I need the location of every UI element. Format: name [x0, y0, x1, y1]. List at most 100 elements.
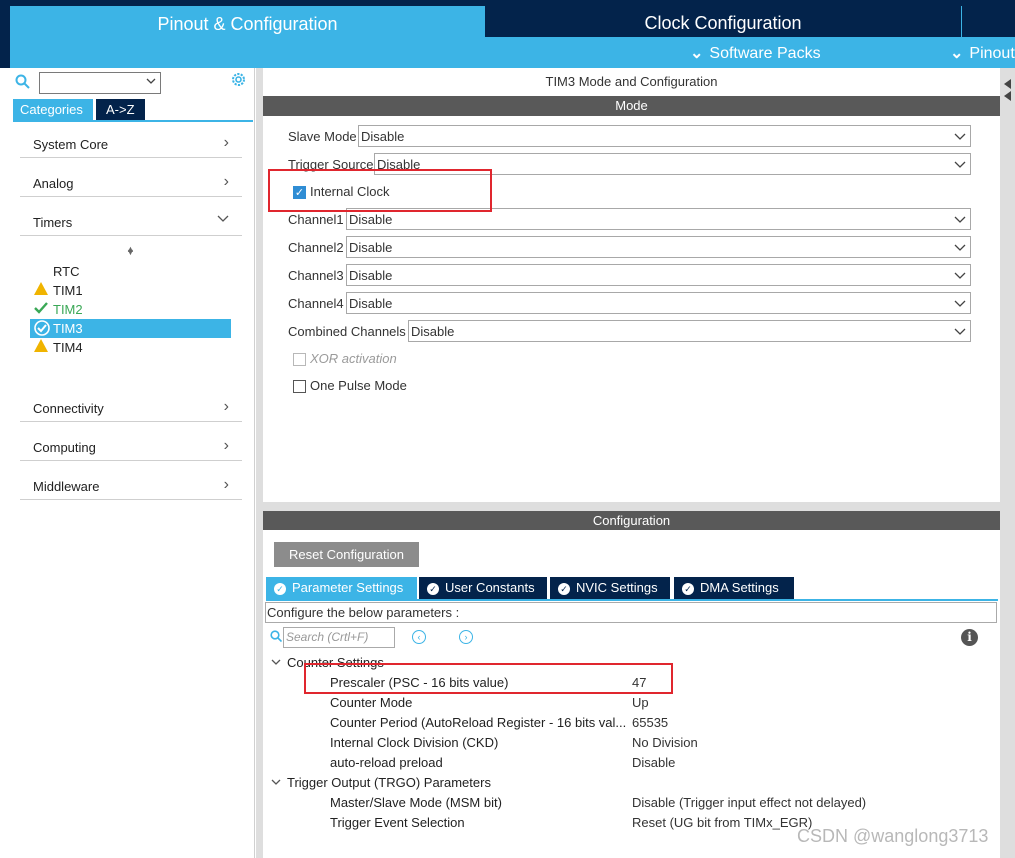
configuration-description: Configure the below parameters :	[265, 602, 997, 623]
chevron-right-icon: ›	[223, 476, 229, 493]
checkmark-icon	[34, 301, 50, 317]
category-timers[interactable]: Timers	[20, 206, 242, 236]
param-value[interactable]: No Division	[632, 735, 698, 750]
search-icon[interactable]	[15, 74, 33, 92]
xor-activation-checkbox[interactable]	[293, 353, 306, 366]
tab-categories[interactable]: Categories	[13, 99, 93, 120]
check-circle-icon: ✓	[558, 583, 570, 595]
param-value[interactable]: Disable	[632, 755, 675, 770]
reset-configuration-button[interactable]: Reset Configuration	[274, 542, 419, 567]
sort-icon[interactable]: ▲ ▼	[126, 244, 135, 264]
collapse-icon	[271, 657, 283, 670]
tab-clock-configuration[interactable]: Clock Configuration	[487, 6, 959, 37]
chevron-down-icon: ⌄	[690, 45, 704, 62]
tab-overflow[interactable]	[961, 6, 1015, 37]
channel4-label: Channel4	[288, 296, 344, 311]
combined-channels-select[interactable]: Disable	[408, 320, 971, 342]
chevron-right-icon: ›	[223, 134, 229, 151]
category-label: Timers	[33, 215, 73, 230]
chevron-down-icon	[954, 321, 966, 344]
tab-label: Parameter Settings	[292, 580, 404, 595]
chevron-down-icon	[954, 154, 966, 177]
category-middleware[interactable]: Middleware ›	[20, 470, 242, 500]
chevron-right-icon: ›	[223, 398, 229, 415]
category-label: Middleware	[33, 479, 100, 494]
channel2-label: Channel2	[288, 240, 344, 255]
category-system-core[interactable]: System Core ›	[20, 128, 242, 158]
list-item-tim2[interactable]: TIM2	[30, 300, 231, 319]
configuration-header: Configuration	[263, 511, 1000, 530]
tab-label: DMA Settings	[700, 580, 779, 595]
search-input[interactable]	[39, 72, 161, 94]
highlight-box-internal-clock	[268, 169, 492, 212]
category-connectivity[interactable]: Connectivity ›	[20, 392, 242, 422]
chevron-down-icon	[217, 211, 229, 229]
param-value[interactable]: 65535	[632, 715, 668, 730]
chevron-down-icon	[954, 293, 966, 316]
collapse-icon	[271, 777, 283, 790]
scrollbar[interactable]	[1000, 68, 1015, 858]
param-name: Counter Mode	[330, 695, 413, 710]
slave-mode-select[interactable]: Disable	[358, 125, 971, 147]
parameter-search-input[interactable]: Search (Crtl+F)	[283, 627, 395, 648]
list-item-rtc[interactable]: RTC	[30, 262, 231, 281]
list-item-tim4[interactable]: TIM4	[30, 338, 231, 357]
channel2-select[interactable]: Disable	[346, 236, 971, 258]
tab-underline	[13, 120, 253, 122]
tab-dma-settings[interactable]: ✓ DMA Settings	[674, 577, 794, 599]
check-circle-icon: ✓	[274, 583, 286, 595]
param-name: Counter Period (AutoReload Register - 16…	[330, 715, 627, 730]
tab-underline	[266, 599, 998, 601]
select-value: Disable	[349, 296, 393, 311]
one-pulse-mode-checkbox[interactable]	[293, 380, 306, 393]
search-next-icon[interactable]: ›	[459, 630, 473, 644]
chevron-down-icon	[146, 75, 156, 89]
search-previous-icon[interactable]: ‹	[412, 630, 426, 644]
mode-header: Mode	[263, 96, 1000, 116]
tab-user-constants[interactable]: ✓ User Constants	[419, 577, 547, 599]
search-icon	[270, 630, 283, 645]
channel3-select[interactable]: Disable	[346, 264, 971, 286]
mode-panel: TIM3 Mode and Configuration Mode Slave M…	[263, 68, 1000, 502]
slave-mode-label: Slave Mode	[288, 129, 357, 144]
tab-a-to-z[interactable]: A->Z	[96, 99, 145, 120]
page-title: TIM3 Mode and Configuration	[545, 74, 718, 89]
software-packs-label: Software Packs	[709, 45, 821, 62]
param-value[interactable]: Disable (Trigger input effect not delaye…	[632, 795, 866, 810]
param-value[interactable]: Up	[632, 695, 649, 710]
tab-pinout-configuration[interactable]: Pinout & Configuration	[10, 6, 485, 68]
channel3-label: Channel3	[288, 268, 344, 283]
chevron-down-icon	[954, 265, 966, 288]
param-name: Trigger Event Selection	[330, 815, 465, 830]
list-item-tim1[interactable]: TIM1	[30, 281, 231, 300]
tab-label: User Constants	[445, 580, 535, 595]
software-packs-menu[interactable]: ⌄ Software Packs	[690, 43, 821, 63]
check-circle-icon	[34, 320, 50, 336]
chevron-down-icon	[954, 209, 966, 232]
gear-icon[interactable]	[230, 71, 247, 93]
list-item-tim3[interactable]: TIM3	[30, 319, 231, 338]
sub-menu-bar: ⌄ Software Packs ⌄ Pinout	[485, 37, 1015, 68]
info-icon[interactable]: i	[961, 629, 978, 646]
param-value[interactable]: Reset (UG bit from TIMx_EGR)	[632, 815, 812, 830]
timer-label: TIM3	[53, 321, 83, 336]
group-title: Trigger Output (TRGO) Parameters	[287, 775, 491, 790]
check-circle-icon: ✓	[427, 583, 439, 595]
tab-parameter-settings[interactable]: ✓ Parameter Settings	[266, 577, 417, 599]
tab-label: NVIC Settings	[576, 580, 658, 595]
tab-pinout-label: Pinout & Configuration	[157, 14, 338, 34]
timer-label: TIM4	[53, 340, 83, 355]
xor-activation-label: XOR activation	[310, 351, 397, 366]
channel1-label: Channel1	[288, 212, 344, 227]
category-analog[interactable]: Analog ›	[20, 167, 242, 197]
category-computing[interactable]: Computing ›	[20, 431, 242, 461]
pinout-menu[interactable]: ⌄ Pinout	[950, 43, 1015, 63]
warning-icon	[34, 282, 50, 298]
group-trigger-output[interactable]: Trigger Output (TRGO) Parameters	[271, 775, 491, 790]
timer-label: TIM1	[53, 283, 83, 298]
select-value: Disable	[349, 240, 393, 255]
tab-clock-label: Clock Configuration	[644, 13, 802, 33]
tab-nvic-settings[interactable]: ✓ NVIC Settings	[550, 577, 670, 599]
select-value: Disable	[411, 324, 455, 339]
channel4-select[interactable]: Disable	[346, 292, 971, 314]
